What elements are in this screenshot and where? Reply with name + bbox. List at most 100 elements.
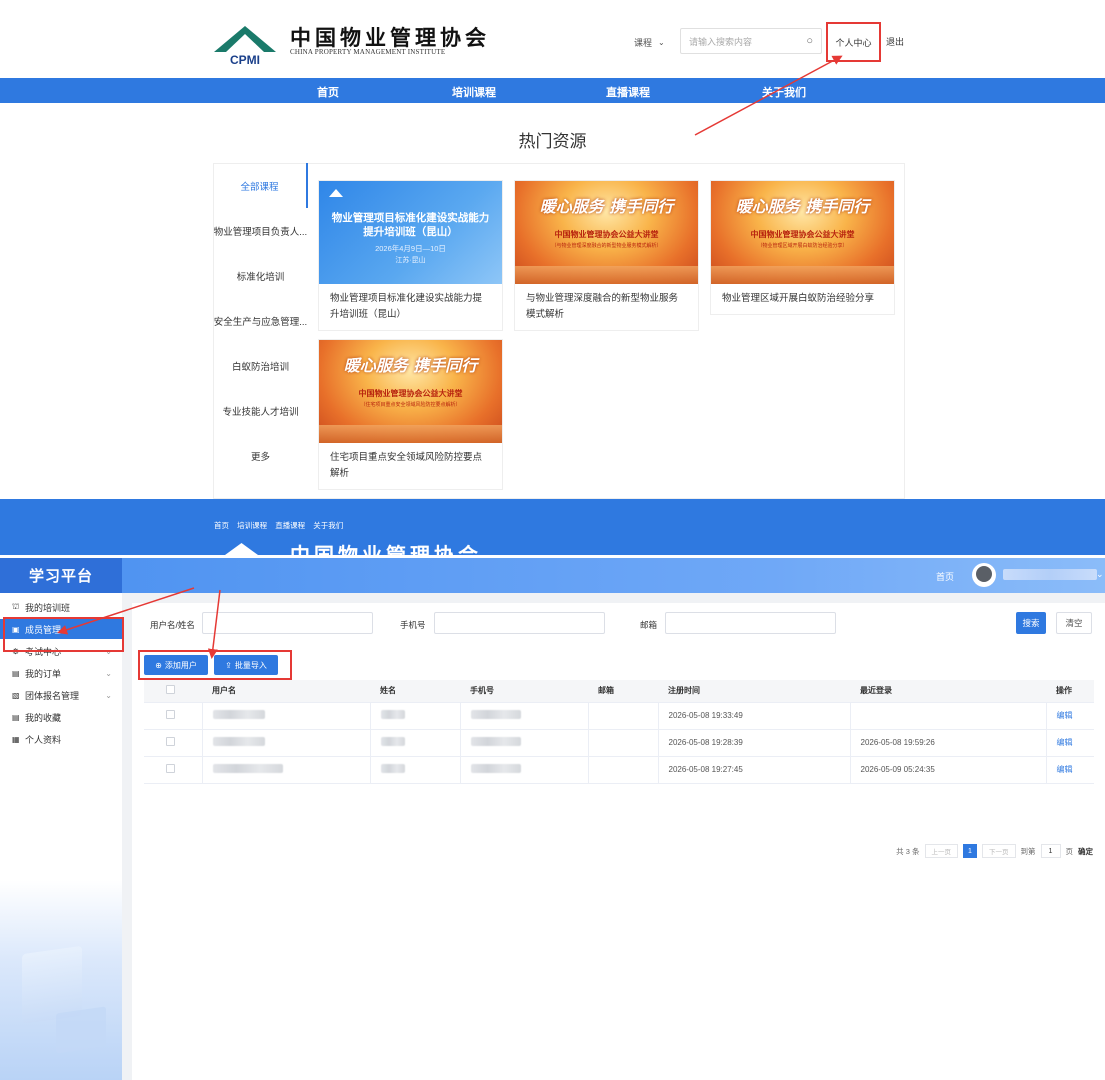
- username-filter-label: 用户名/姓名: [150, 620, 195, 630]
- category-project-manager[interactable]: 物业管理项目负责人...: [213, 208, 308, 253]
- footer-org-name: 中国物业管理协会: [290, 543, 482, 555]
- search-input[interactable]: 请输入搜索内容 ○: [680, 28, 822, 54]
- member-table: 用户名 姓名 手机号 邮箱 注册时间 最近登录 操作 2026-05-08 19…: [144, 680, 1094, 784]
- course-card[interactable]: 物业管理项目标准化建设实战能力 提升培训班（昆山） 2026年4月9日—10日 江…: [318, 180, 503, 331]
- table-row: 2026-05-08 19:27:45 2026-05-09 05:24:35 …: [144, 756, 1094, 784]
- course-title[interactable]: 与物业管理深度融合的新型物业服务模式解析: [515, 284, 698, 330]
- sidebar-item-label: 团体报名管理: [25, 690, 80, 701]
- phone-filter-input[interactable]: [434, 612, 605, 634]
- add-user-label: 添加用户: [164, 660, 197, 670]
- name-cell-redacted: [370, 756, 461, 784]
- email-cell: [588, 729, 659, 757]
- batch-import-button[interactable]: ⇪ 批量导入: [214, 655, 278, 675]
- email-cell: [588, 756, 659, 784]
- platform-topbar: 学习平台 首页 ⌄: [0, 558, 1105, 593]
- footer-link-about[interactable]: 关于我们: [313, 521, 343, 530]
- footer-link-training[interactable]: 培训课程: [237, 521, 267, 530]
- phone-cell-redacted: [460, 729, 589, 757]
- logout-link[interactable]: 退出: [886, 35, 904, 48]
- topbar-home-link[interactable]: 首页: [936, 570, 954, 583]
- col-email: 邮箱: [588, 680, 658, 703]
- current-page[interactable]: 1: [963, 844, 977, 858]
- category-standardization[interactable]: 标准化培训: [213, 253, 308, 298]
- username-redacted[interactable]: [1003, 569, 1097, 580]
- footer-logo-icon: [214, 543, 269, 555]
- goto-label: 到第: [1020, 846, 1036, 856]
- avatar[interactable]: [972, 563, 996, 587]
- course-card[interactable]: 暖心服务 携手同行 中国物业管理协会公益大讲堂 （物业管理区域开展白蚁防治经验分…: [710, 180, 895, 315]
- clear-button[interactable]: 清空: [1056, 612, 1092, 634]
- nav-home[interactable]: 首页: [317, 84, 339, 100]
- nav-about-us[interactable]: 关于我们: [762, 84, 806, 100]
- footer-link-live[interactable]: 直播课程: [275, 521, 305, 530]
- search-button[interactable]: 搜索: [1016, 612, 1046, 634]
- page-jump-input[interactable]: 1: [1040, 844, 1061, 858]
- user-center-link[interactable]: 个人中心: [826, 22, 881, 62]
- search-category-select[interactable]: 课程 ⌄: [634, 33, 678, 51]
- email-filter-label: 邮箱: [640, 620, 658, 630]
- last-login-cell: 2026-05-08 19:59:26: [850, 729, 1047, 757]
- course-thumbnail: 暖心服务 携手同行 中国物业管理协会公益大讲堂 （物业管理区域开展白蚁防治经验分…: [711, 181, 894, 284]
- course-card[interactable]: 暖心服务 携手同行 中国物业管理协会公益大讲堂 （住宅项目重点安全领域风险防控要…: [318, 339, 503, 490]
- page-confirm-button[interactable]: 确定: [1078, 846, 1093, 857]
- prev-page-button[interactable]: 上一页: [924, 844, 958, 858]
- sidebar-item-favorites[interactable]: ▤ 我的收藏: [0, 707, 122, 727]
- email-filter-input[interactable]: [665, 612, 836, 634]
- chevron-down-icon: ⌄: [105, 668, 112, 678]
- name-cell-redacted: [370, 729, 461, 757]
- nav-training-courses[interactable]: 培训课程: [452, 84, 496, 100]
- user-center-label: 个人中心: [835, 37, 872, 48]
- category-safety-emergency[interactable]: 安全生产与应急管理...: [213, 298, 308, 343]
- sidebar-item-group-registration[interactable]: ▧ 团体报名管理 ⌄: [0, 685, 122, 705]
- thumb-subtitle: （物业管理区域开展白蚁防治经验分享）: [757, 243, 848, 249]
- col-register-time: 注册时间: [658, 680, 850, 703]
- course-title[interactable]: 住宅项目重点安全领域风险防控要点解析: [319, 443, 502, 489]
- row-checkbox[interactable]: [144, 756, 203, 784]
- col-username: 用户名: [202, 680, 370, 703]
- thumb-slogan: 暖心服务 携手同行: [735, 197, 870, 216]
- nav-live-courses[interactable]: 直播课程: [606, 84, 650, 100]
- thumb-slogan: 暖心服务 携手同行: [343, 356, 478, 375]
- select-all-checkbox[interactable]: [144, 680, 202, 703]
- edit-link[interactable]: 编辑: [1046, 702, 1094, 730]
- thumb-title: 中国物业管理协会公益大讲堂: [750, 229, 855, 239]
- logo-english-name: CHINA PROPERTY MANAGEMENT INSTITUTE: [290, 48, 446, 56]
- sidebar-item-profile[interactable]: ▦ 个人资料: [0, 729, 122, 749]
- course-card[interactable]: 暖心服务 携手同行 中国物业管理协会公益大讲堂 （与物业管理深度融合的新型物业服…: [514, 180, 699, 331]
- category-termite-control[interactable]: 白蚁防治培训: [213, 343, 308, 388]
- course-title[interactable]: 物业管理项目标准化建设实战能力提升培训班（昆山）: [319, 284, 502, 330]
- plus-circle-icon: ⊕: [155, 660, 162, 670]
- order-icon: ▤: [12, 668, 20, 678]
- thumb-place: 江苏·昆山: [395, 257, 426, 264]
- page-unit-label: 页: [1065, 846, 1074, 856]
- course-thumbnail: 物业管理项目标准化建设实战能力 提升培训班（昆山） 2026年4月9日—10日 江…: [319, 181, 502, 284]
- add-user-button[interactable]: ⊕ 添加用户: [144, 655, 208, 675]
- sidebar-item-label: 我的订单: [25, 668, 62, 679]
- username-filter-input[interactable]: [202, 612, 373, 634]
- graduation-icon: ⛫: [12, 602, 20, 611]
- chevron-down-icon: ⌄: [105, 690, 112, 700]
- thumb-ground: [515, 266, 698, 284]
- batch-import-label: 批量导入: [234, 660, 267, 670]
- category-skills-training[interactable]: 专业技能人才培训: [213, 388, 308, 433]
- next-page-button[interactable]: 下一页: [982, 844, 1016, 858]
- group-icon: ▧: [12, 690, 20, 700]
- category-more[interactable]: 更多: [213, 433, 308, 478]
- thumb-slogan: 暖心服务 携手同行: [539, 197, 674, 216]
- search-icon[interactable]: ○: [806, 35, 813, 47]
- course-title[interactable]: 物业管理区域开展白蚁防治经验分享: [711, 284, 894, 314]
- footer-link-home[interactable]: 首页: [214, 521, 229, 530]
- sidebar-item-my-orders[interactable]: ▤ 我的订单 ⌄: [0, 663, 122, 683]
- edit-link[interactable]: 编辑: [1046, 756, 1094, 784]
- edit-link[interactable]: 编辑: [1046, 729, 1094, 757]
- illustration-device: [56, 1006, 106, 1054]
- platform-sidebar: ⛫ 我的培训班 ▣ 成员管理 ⚙ 考试中心 ⌄ ▤ 我的订单 ⌄ ▧ 团体报名管…: [0, 593, 122, 1080]
- category-all[interactable]: 全部课程: [213, 163, 308, 208]
- chevron-down-icon[interactable]: ⌄: [1096, 569, 1104, 580]
- col-action: 操作: [1046, 680, 1094, 703]
- search-placeholder: 请输入搜索内容: [689, 36, 753, 47]
- row-checkbox[interactable]: [144, 729, 203, 757]
- sidebar-item-my-training[interactable]: ⛫ 我的培训班: [0, 597, 122, 617]
- search-category-value: 课程: [634, 37, 653, 48]
- row-checkbox[interactable]: [144, 702, 203, 730]
